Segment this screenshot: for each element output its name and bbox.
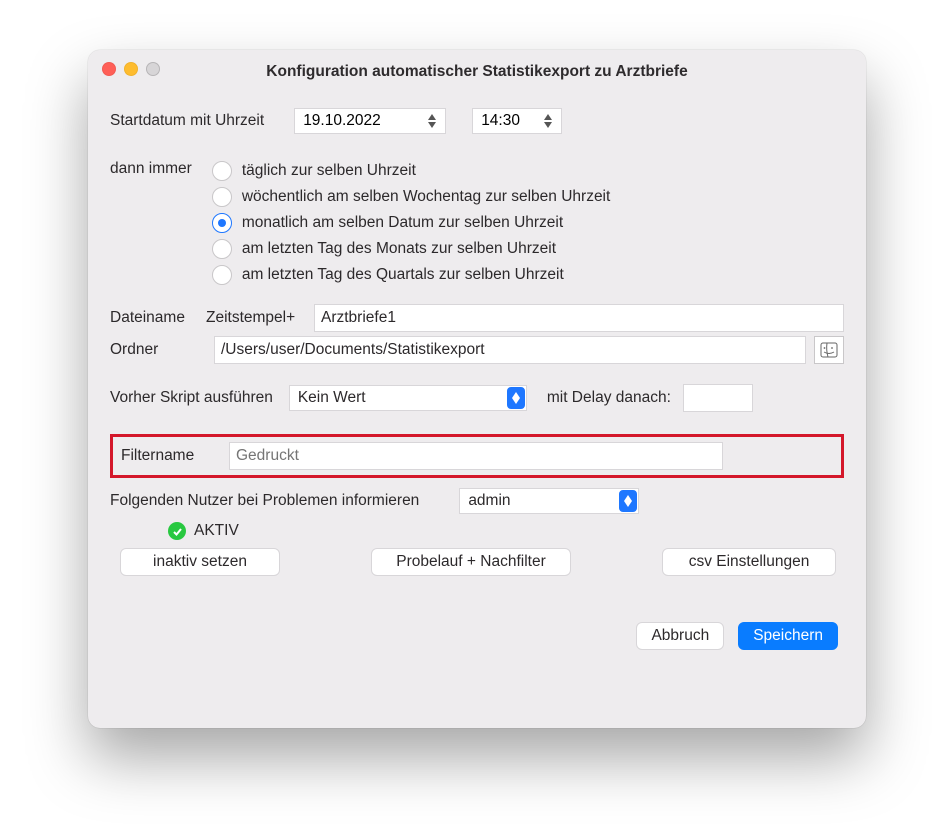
titlebar: Konfiguration automatischer Statistikexp… [88,50,866,84]
notify-user-select[interactable]: admin [459,488,639,514]
filtername-input[interactable] [229,442,723,470]
startdate-input[interactable] [295,111,425,131]
recurrence-option-label: monatlich am selben Datum zur selben Uhr… [242,214,563,232]
zoom-icon [146,62,160,76]
active-status-text: AKTIV [194,522,239,540]
finder-browse-button[interactable] [814,336,844,364]
stepper-up-icon[interactable] [427,113,437,121]
active-status: AKTIV [168,522,239,540]
recurrence-option-label: wöchentlich am selben Wochentag zur selb… [242,188,610,206]
radio-icon[interactable] [212,161,232,181]
filtername-highlight: Filtername [110,434,844,478]
delay-input[interactable] [683,384,753,412]
zeitstempel-label: Zeitstempel+ [206,309,314,327]
filtername-label: Filtername [121,447,229,465]
csv-settings-button[interactable]: csv Einstellungen [662,548,836,576]
delay-label: mit Delay danach: [547,389,671,407]
recurrence-label: dann immer [110,158,192,288]
select-arrows-icon [507,387,525,409]
window-title: Konfiguration automatischer Statistikexp… [88,53,866,81]
stepper-up-icon[interactable] [543,113,553,121]
minimize-icon[interactable] [124,62,138,76]
recurrence-group: täglich zur selben Uhrzeit wöchentlich am… [212,158,610,288]
filename-input[interactable] [314,304,844,332]
recurrence-option-label: am letzten Tag des Monats zur selben Uhr… [242,240,556,258]
script-select-value: Kein Wert [298,389,366,407]
recurrence-option[interactable]: am letzten Tag des Monats zur selben Uhr… [212,236,610,262]
testrun-button[interactable]: Probelauf + Nachfilter [371,548,571,576]
notify-user-value: admin [468,492,510,510]
stepper-down-icon[interactable] [427,121,437,129]
recurrence-option[interactable]: wöchentlich am selben Wochentag zur selb… [212,184,610,210]
traffic-lights [102,62,160,76]
select-arrows-icon [619,490,637,512]
starttime-input[interactable] [473,111,541,131]
script-select[interactable]: Kein Wert [289,385,527,411]
save-button[interactable]: Speichern [738,622,838,650]
script-label: Vorher Skript ausführen [110,389,273,407]
dateiname-label: Dateiname [110,309,206,327]
recurrence-option-label: täglich zur selben Uhrzeit [242,162,416,180]
folder-input[interactable] [214,336,806,364]
stepper-down-icon[interactable] [543,121,553,129]
inactive-button[interactable]: inaktiv setzen [120,548,280,576]
recurrence-option[interactable]: monatlich am selben Datum zur selben Uhr… [212,210,610,236]
recurrence-option[interactable]: täglich zur selben Uhrzeit [212,158,610,184]
radio-icon[interactable] [212,265,232,285]
recurrence-option-label: am letzten Tag des Quartals zur selben U… [242,266,564,284]
check-circle-icon [168,522,186,540]
close-icon[interactable] [102,62,116,76]
starttime-stepper[interactable] [472,108,562,134]
config-dialog: Konfiguration automatischer Statistikexp… [88,50,866,728]
notify-label: Folgenden Nutzer bei Problemen informier… [110,492,419,510]
radio-icon[interactable] [212,239,232,259]
startdate-label: Startdatum mit Uhrzeit [110,112,264,130]
cancel-button[interactable]: Abbruch [636,622,724,650]
ordner-label: Ordner [110,341,206,359]
radio-icon[interactable] [212,213,232,233]
finder-icon [820,342,838,358]
startdate-stepper[interactable] [294,108,446,134]
recurrence-option[interactable]: am letzten Tag des Quartals zur selben U… [212,262,610,288]
radio-icon[interactable] [212,187,232,207]
